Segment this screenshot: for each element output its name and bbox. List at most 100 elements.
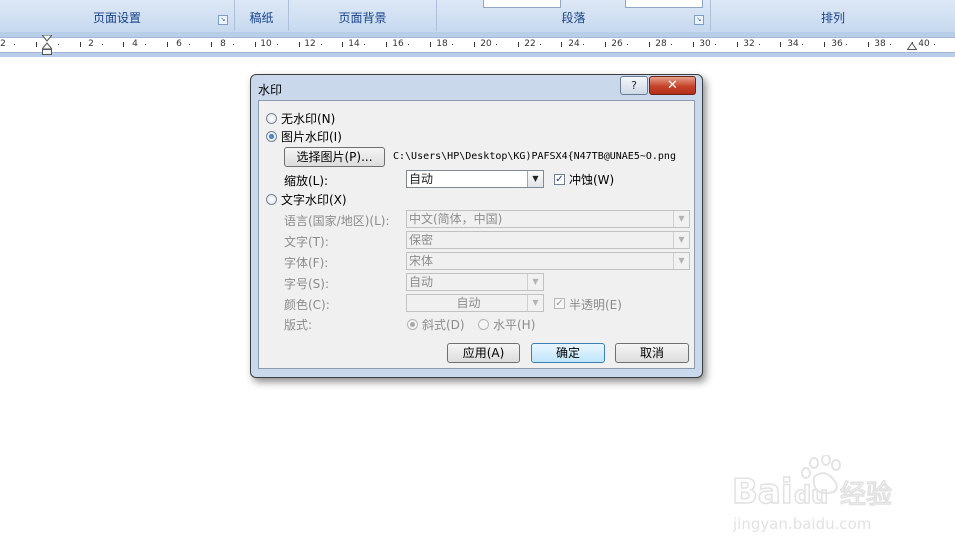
ruler-tick — [342, 42, 343, 47]
size-select[interactable]: 自动 ▼ — [406, 273, 544, 291]
svg-text:经验: 经验 — [840, 480, 892, 510]
ok-button[interactable]: 确定 — [531, 343, 605, 363]
washout-checkbox[interactable]: ✓ — [554, 174, 565, 185]
ribbon-group-label: 段落 — [561, 11, 586, 25]
picture-path: C:\Users\HP\Desktop\KG)PAFSX4{N47TB@UNAE… — [393, 151, 676, 162]
ruler-tick — [321, 44, 322, 45]
svg-text:Bai: Bai — [732, 472, 793, 512]
text-select[interactable]: 保密 ▼ — [406, 231, 690, 249]
ruler-number: 30 — [699, 39, 711, 49]
ruler-tick — [583, 44, 584, 45]
ruler-tick — [715, 44, 716, 45]
ruler-tick — [474, 42, 475, 47]
horizontal-ruler[interactable]: 2 2 4 6 8 10 12 14 16 18 20 22 24 26 28 … — [0, 37, 955, 53]
washout-label[interactable]: 冲蚀(W) — [569, 171, 614, 188]
ruler-tick — [408, 44, 409, 45]
no-watermark-radio[interactable] — [266, 113, 277, 124]
picture-watermark-label[interactable]: 图片水印(I) — [281, 128, 342, 145]
font-label: 字体(F): — [284, 256, 329, 270]
ribbon-group-arrange: 排列 — [711, 0, 955, 31]
apply-button[interactable]: 应用(A) — [447, 343, 520, 363]
horizontal-radio[interactable] — [478, 319, 489, 330]
ruler-tick — [167, 42, 168, 47]
text-value: 保密 — [409, 233, 434, 247]
color-value: 自动 — [456, 296, 481, 310]
cancel-button[interactable]: 取消 — [615, 343, 689, 363]
ruler-tick — [277, 44, 278, 45]
text-label: 文字(T): — [284, 235, 329, 249]
ruler-number: 34 — [787, 39, 799, 49]
ruler-tick — [430, 42, 431, 47]
ruler-number: 10 — [260, 39, 272, 49]
ruler-tick — [868, 42, 869, 47]
ruler-tick — [824, 42, 825, 47]
semitransparent-label[interactable]: 半透明(E) — [569, 296, 622, 313]
chevron-down-icon[interactable]: ▼ — [527, 171, 543, 187]
ruler-number: 36 — [831, 39, 843, 49]
diagonal-radio[interactable] — [407, 319, 418, 330]
ruler-tick — [255, 42, 256, 47]
indent-spinner[interactable] — [483, 0, 561, 8]
chevron-down-icon[interactable]: ▼ — [527, 274, 543, 290]
ribbon-group-paragraph: 段落 ↘ — [437, 0, 711, 31]
ruler-number: 4 — [132, 39, 138, 49]
ruler-tick — [145, 44, 146, 45]
no-watermark-label[interactable]: 无水印(N) — [281, 110, 335, 127]
svg-text:du: du — [794, 481, 828, 509]
ribbon-group-page-background: 页面背景 — [289, 0, 437, 31]
text-watermark-label[interactable]: 文字水印(X) — [281, 191, 347, 208]
select-picture-button[interactable]: 选择图片(P)... — [284, 147, 385, 167]
ruler-tick — [759, 44, 760, 45]
ruler-tick — [14, 44, 15, 45]
diagonal-label[interactable]: 斜式(D) — [422, 316, 465, 333]
watermark-dialog: 水印 ? ✕ 无水印(N) 图片水印(I) 选择图片(P)... C:\User… — [250, 74, 703, 378]
semitransparent-checkbox[interactable]: ✓ — [554, 298, 565, 309]
ruler-tick — [737, 42, 738, 47]
ruler-tick — [802, 44, 803, 45]
ruler-tick — [364, 44, 365, 45]
ribbon-group-label: 页面背景 — [338, 11, 387, 25]
help-button[interactable]: ? — [620, 76, 648, 95]
ruler-tick — [890, 44, 891, 45]
language-select[interactable]: 中文(简体，中国) ▼ — [406, 210, 690, 228]
ruler-number: 20 — [480, 39, 492, 49]
dialog-body: 无水印(N) 图片水印(I) 选择图片(P)... C:\Users\HP\De… — [258, 100, 695, 369]
text-watermark-radio[interactable] — [266, 194, 277, 205]
chevron-down-icon[interactable]: ▼ — [673, 211, 689, 227]
right-indent-marker-icon[interactable] — [907, 42, 917, 50]
ruler-tick — [780, 42, 781, 47]
ruler-tick — [211, 42, 212, 47]
scale-select[interactable]: 自动 ▼ — [406, 170, 544, 188]
ruler-tick — [846, 44, 847, 45]
chevron-down-icon[interactable]: ▼ — [673, 232, 689, 248]
picture-watermark-radio[interactable] — [266, 131, 277, 142]
layout-label: 版式: — [284, 318, 313, 332]
chevron-down-icon[interactable]: ▼ — [527, 295, 543, 311]
ruler-tick — [233, 44, 234, 45]
close-button[interactable]: ✕ — [649, 76, 696, 95]
ruler-number: 18 — [436, 39, 448, 49]
font-select[interactable]: 宋体 ▼ — [406, 252, 690, 270]
chevron-down-icon[interactable]: ▼ — [673, 253, 689, 269]
ruler-number: 8 — [220, 39, 226, 49]
dialog-launcher-icon[interactable]: ↘ — [694, 15, 704, 25]
ruler-tick — [386, 42, 387, 47]
ruler-tick — [693, 42, 694, 47]
ribbon-group-label: 页面设置 — [92, 11, 141, 25]
language-label: 语言(国家/地区)(L): — [284, 214, 390, 228]
ruler-tick — [561, 42, 562, 47]
ruler-number: 16 — [392, 39, 404, 49]
indent-marker-icon[interactable] — [42, 35, 52, 55]
horizontal-label[interactable]: 水平(H) — [493, 316, 535, 333]
ruler-tick — [540, 44, 541, 45]
ribbon-group-manuscript: 稿纸 — [235, 0, 289, 31]
ruler-number: 40 — [918, 39, 930, 49]
spacing-spinner[interactable] — [625, 0, 703, 8]
ruler-number: 38 — [874, 39, 886, 49]
ruler-tick — [518, 42, 519, 47]
color-label: 颜色(C): — [284, 298, 330, 312]
ruler-number: 26 — [611, 39, 623, 49]
ruler-number: 2 — [88, 39, 94, 49]
dialog-launcher-icon[interactable]: ↘ — [218, 15, 228, 25]
color-select[interactable]: 自动 ▼ — [406, 294, 544, 312]
